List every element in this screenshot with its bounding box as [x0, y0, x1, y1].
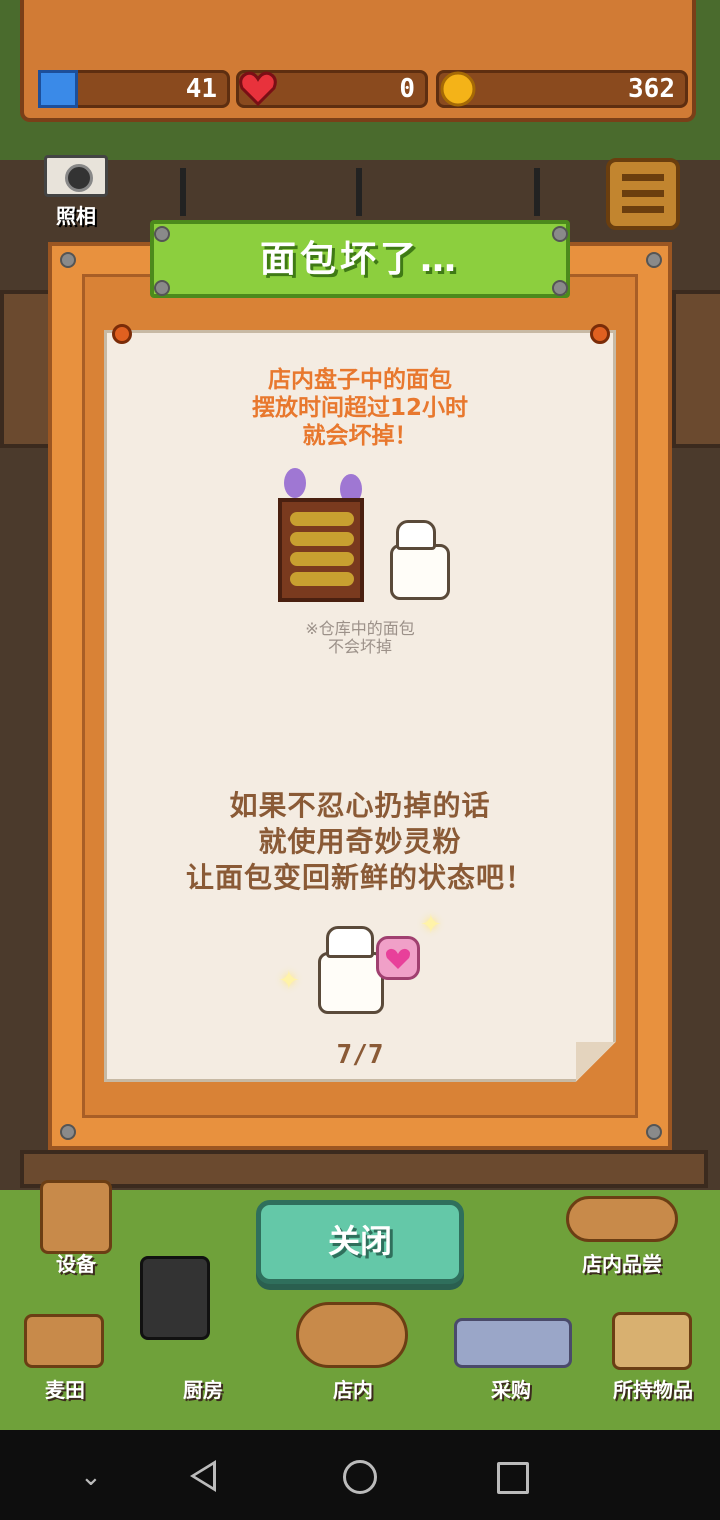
sad-baker-icon [390, 544, 450, 600]
screw-icon [60, 1124, 76, 1140]
hanging-lamp-cord [180, 168, 186, 216]
pin-icon [112, 324, 132, 344]
tab-kitchen[interactable]: 厨房 [148, 1374, 258, 1403]
happy-baker-icon [318, 952, 384, 1014]
note-line-1: ※仓库中的面包 [305, 619, 415, 638]
tasting-label: 店内品尝 [582, 1252, 662, 1276]
screw-icon [646, 252, 662, 268]
chef-hat-icon [326, 926, 374, 958]
tip-line-3: 让面包变回新鲜的状态吧！ [185, 861, 534, 894]
sparkle-icon: ✦ [278, 966, 300, 996]
tab-wheat-field[interactable]: 麦田 [10, 1374, 120, 1403]
hanging-lamp-cord [356, 168, 362, 216]
sparkle-icon: ✦ [420, 910, 442, 940]
shelf-right [672, 290, 720, 448]
back-icon[interactable] [190, 1460, 216, 1492]
counter [20, 1150, 708, 1188]
hanging-lamp-cord [534, 168, 540, 216]
note-line-2: 不会坏掉 [327, 637, 392, 656]
spoil-smoke-icon [284, 468, 306, 498]
menu-button[interactable] [606, 158, 680, 230]
rule-line-1: 店内盘子中的面包 [268, 367, 452, 393]
tab-purchase[interactable]: 采购 [456, 1374, 566, 1403]
rule-line-2: 摆放时间超过12小时 [251, 395, 468, 421]
rule-line-3: 就会坏掉！ [302, 423, 418, 449]
tab-purchase-icon[interactable] [454, 1318, 572, 1368]
dialog-title: 面包坏了… [150, 220, 570, 298]
tip-line-1: 如果不忍心扔掉的话 [229, 789, 491, 822]
chevron-down-icon[interactable]: ⌄ [80, 1462, 102, 1492]
tasting-button[interactable] [566, 1196, 678, 1242]
tab-inventory-icon[interactable] [612, 1312, 692, 1370]
equipment-label: 设备 [56, 1252, 96, 1276]
camera-label: 照相 [56, 204, 96, 228]
tab-shop[interactable]: 店内 [298, 1374, 408, 1403]
magic-powder-icon [376, 936, 420, 980]
pin-icon [590, 324, 610, 344]
tab-wheat-field-icon[interactable] [24, 1314, 104, 1368]
camera-icon [65, 164, 93, 192]
tab-inventory[interactable]: 所持物品 [598, 1374, 708, 1403]
chef-hat-icon [396, 520, 436, 550]
tab-shop-icon[interactable] [296, 1302, 408, 1368]
camera-button[interactable] [44, 155, 108, 197]
bread-crate-icon [278, 498, 364, 602]
equipment-button[interactable] [40, 1180, 112, 1254]
tip-line-2: 就使用奇妙灵粉 [258, 825, 462, 858]
ticket-icon [38, 70, 78, 108]
close-button[interactable]: 关闭 [256, 1200, 464, 1284]
screw-icon [646, 1124, 662, 1140]
recent-apps-icon[interactable] [497, 1462, 529, 1494]
coin-icon [438, 70, 478, 108]
heart-icon [238, 70, 278, 108]
hamburger-icon [622, 174, 664, 181]
home-icon[interactable] [343, 1460, 377, 1494]
page-indicator: 7/7 [336, 1040, 384, 1070]
tab-kitchen-icon[interactable] [140, 1256, 210, 1340]
screw-icon [60, 252, 76, 268]
